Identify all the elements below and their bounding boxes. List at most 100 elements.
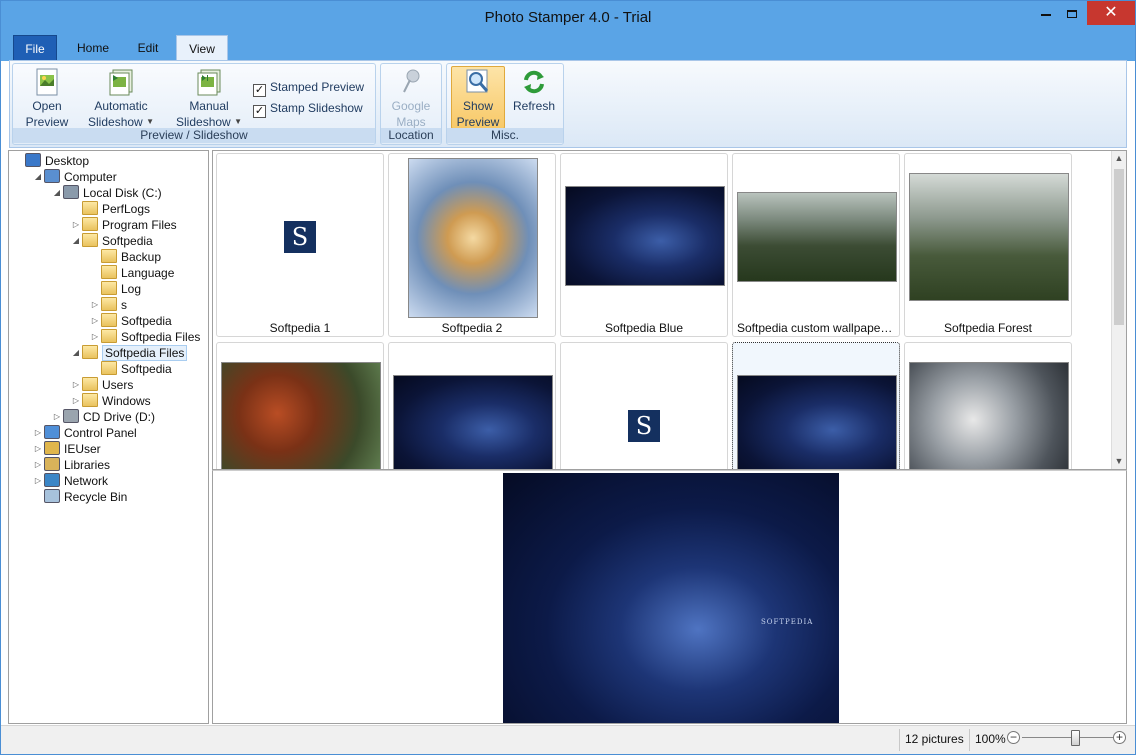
folder-icon <box>101 281 117 295</box>
thumbnail-item[interactable]: Softpedia Forest <box>904 153 1072 337</box>
stamp-slideshow-checkbox[interactable]: ✓ Stamp Slideshow <box>253 101 363 118</box>
thumbnail-item[interactable] <box>732 342 900 469</box>
tree-item[interactable]: ▷ Network <box>32 473 108 489</box>
expand-arrow-icon[interactable]: ▷ <box>32 457 44 473</box>
expand-arrow-icon[interactable]: ▷ <box>70 393 82 409</box>
dropdown-arrow-icon: ▼ <box>234 117 242 126</box>
thumbnail-item[interactable]: S Softpedia 1 <box>216 153 384 337</box>
zoom-out-icon[interactable]: − <box>1007 731 1020 744</box>
maximize-button[interactable] <box>1057 1 1087 25</box>
status-bar: 12 pictures 100% − + <box>1 725 1135 754</box>
tree-item-label: Libraries <box>64 458 111 472</box>
thumbnail-item[interactable] <box>388 342 556 469</box>
zoom-slider-track[interactable] <box>1022 737 1114 738</box>
tree-item[interactable]: ▷ Softpedia <box>89 313 172 329</box>
open-preview-button[interactable]: Open Preview <box>19 67 75 130</box>
tree-item-label: Language <box>121 266 175 280</box>
tab-file[interactable]: File <box>13 35 57 61</box>
tree-item-label: Softpedia Files <box>102 345 188 361</box>
open-preview-label-1: Open <box>32 99 62 113</box>
expand-arrow-icon[interactable]: ▷ <box>51 409 63 425</box>
collapse-arrow-icon[interactable]: ◢ <box>32 169 44 185</box>
libraries-icon <box>44 457 60 471</box>
expand-arrow-icon[interactable]: ▷ <box>32 473 44 489</box>
folder-icon <box>82 377 98 391</box>
minimize-icon <box>1041 14 1051 17</box>
close-button[interactable]: ✕ <box>1087 1 1135 25</box>
tree-item[interactable]: ▷ CD Drive (D:) <box>51 409 155 425</box>
gallery-vertical-scrollbar[interactable]: ▲ ▼ <box>1111 151 1126 469</box>
tree-item[interactable]: ◢ Softpedia <box>70 233 153 249</box>
thumbnail-item[interactable]: S <box>560 342 728 469</box>
tree-item-label: IEUser <box>64 442 101 456</box>
collapse-arrow-icon[interactable]: ◢ <box>70 345 82 361</box>
tab-home[interactable]: Home <box>65 35 121 61</box>
open-preview-icon <box>36 68 58 96</box>
thumbnail-item[interactable]: Softpedia 2 <box>388 153 556 337</box>
thumbnail-item[interactable]: Softpedia custom wallpaper wi... <box>732 153 900 337</box>
tab-view[interactable]: View <box>176 35 228 62</box>
expand-arrow-icon[interactable]: ▷ <box>89 313 101 329</box>
group-label-location: Location <box>381 128 441 143</box>
tree-item[interactable]: ◢ Softpedia Files <box>70 345 188 361</box>
tree-item[interactable]: ▷ Program Files <box>70 217 177 233</box>
tree-item[interactable]: ▷ Libraries <box>32 457 110 473</box>
scrollbar-thumb[interactable] <box>1114 169 1124 325</box>
expand-arrow-icon[interactable]: ▷ <box>32 425 44 441</box>
dropdown-arrow-icon: ▼ <box>146 117 154 126</box>
group-label-preview-slideshow: Preview / Slideshow <box>13 128 375 143</box>
tree-item-label: PerfLogs <box>102 202 151 216</box>
tree-item[interactable]: ▷ s <box>89 297 127 313</box>
collapse-arrow-icon[interactable]: ◢ <box>51 185 63 201</box>
stamped-preview-checkbox[interactable]: ✓ Stamped Preview <box>253 80 364 97</box>
tree-item[interactable]: ◢ Computer <box>32 169 117 185</box>
show-preview-label-1: Show <box>462 99 494 113</box>
computer-icon <box>44 169 60 183</box>
expand-arrow-icon[interactable]: ▷ <box>70 217 82 233</box>
title-bar[interactable]: Photo Stamper 4.0 - Trial ✕ <box>1 1 1135 34</box>
thumbnail-image <box>909 362 1069 469</box>
tree-item[interactable]: ▷ Windows <box>70 393 151 409</box>
thumbnail-image <box>737 375 897 469</box>
manual-slideshow-button[interactable]: Manual Slideshow ▼ <box>171 67 247 132</box>
tab-edit[interactable]: Edit <box>125 35 171 61</box>
folder-icon <box>82 393 98 407</box>
tree-item[interactable]: PerfLogs <box>70 201 150 217</box>
tree-item-label: Softpedia <box>121 314 172 328</box>
expand-arrow-icon[interactable]: ▷ <box>89 329 101 345</box>
folder-icon <box>101 361 117 375</box>
thumbnail-item[interactable] <box>216 342 384 469</box>
expand-arrow-icon[interactable]: ▷ <box>32 441 44 457</box>
show-preview-button[interactable]: Show Preview <box>451 66 505 129</box>
expand-arrow-icon[interactable]: ▷ <box>70 377 82 393</box>
automatic-slideshow-label-2: Slideshow <box>88 115 143 129</box>
tree-item[interactable]: ◢ Local Disk (C:) <box>51 185 162 201</box>
thumbnail-item[interactable] <box>904 342 1072 469</box>
tree-item[interactable]: ▷ Control Panel <box>32 425 137 441</box>
expand-arrow-icon[interactable]: ▷ <box>89 297 101 313</box>
automatic-slideshow-button[interactable]: Automatic Slideshow ▼ <box>83 67 159 132</box>
thumbnail-item[interactable]: Softpedia Blue <box>560 153 728 337</box>
tree-item[interactable]: Softpedia <box>89 361 172 377</box>
tree-item[interactable]: Desktop <box>13 153 89 169</box>
tree-item[interactable]: ▷ Softpedia Files <box>89 329 200 345</box>
tree-item-label: Computer <box>64 170 117 184</box>
collapse-arrow-icon[interactable]: ◢ <box>70 233 82 249</box>
folder-tree[interactable]: Desktop ◢ Computer ◢ Local Disk (C:) PerfLogs… <box>8 150 209 724</box>
tree-item[interactable]: Recycle Bin <box>32 489 127 505</box>
scroll-up-icon[interactable]: ▲ <box>1112 151 1126 166</box>
tree-item[interactable]: ▷ IEUser <box>32 441 101 457</box>
tree-item[interactable]: Backup <box>89 249 161 265</box>
zoom-in-icon[interactable]: + <box>1113 731 1126 744</box>
refresh-button[interactable]: Refresh <box>509 67 559 114</box>
google-maps-button[interactable]: Google Maps <box>385 67 437 130</box>
tree-item-label: Windows <box>102 394 151 408</box>
tree-item[interactable]: Language <box>89 265 174 281</box>
scroll-down-icon[interactable]: ▼ <box>1112 454 1126 469</box>
zoom-slider-handle[interactable] <box>1071 730 1081 746</box>
tree-item[interactable]: ▷ Users <box>70 377 133 393</box>
folder-icon <box>101 297 117 311</box>
tree-item[interactable]: Log <box>89 281 141 297</box>
checkmark-icon: ✓ <box>253 105 266 118</box>
thumbnail-gallery[interactable]: ▲ ▼ S Softpedia 1 Softpedia 2 Softpedia Blu… <box>212 150 1127 470</box>
